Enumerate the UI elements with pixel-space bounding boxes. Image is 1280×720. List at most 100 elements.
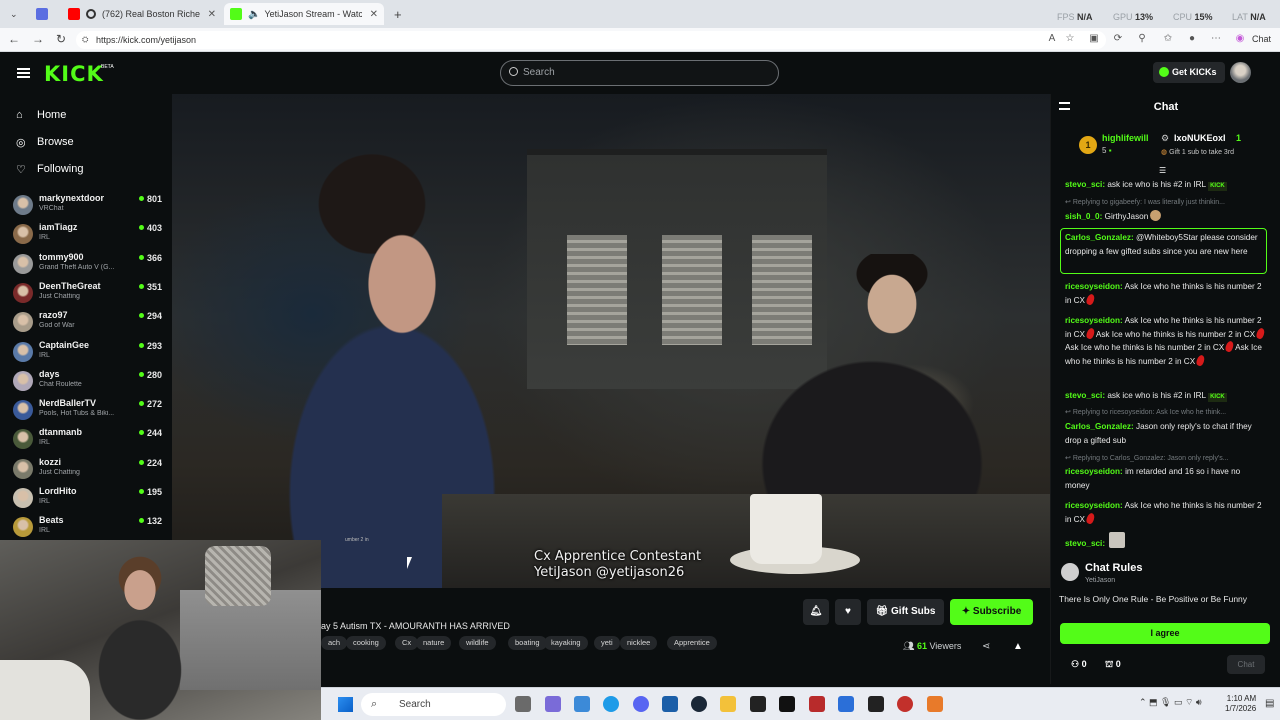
chat-message[interactable]: ricesoyseidon: im retarded and 16 so i h… — [1065, 465, 1265, 492]
read-aloud-icon[interactable]: A — [1046, 33, 1058, 45]
more-menu-icon[interactable]: ⋯ — [1210, 33, 1222, 45]
gift-subs-button[interactable]: 🎁︎ Gift Subs — [867, 599, 944, 625]
chat-username[interactable]: Carlos_Gonzalez: — [1065, 233, 1134, 242]
speaker-icon[interactable]: 🔈 — [248, 9, 260, 20]
forward-arrow-icon[interactable]: → — [32, 32, 44, 46]
chat-username[interactable]: stevo_sci: — [1065, 391, 1105, 400]
kick-logo[interactable]: KICK — [44, 62, 104, 86]
stream-tag[interactable]: Apprentice — [667, 636, 717, 650]
copilot-icon[interactable]: ◉ — [1234, 33, 1246, 45]
sidebar-channel-item[interactable]: days Chat Roulette 280 — [13, 368, 164, 395]
chat-message[interactable]: sish_0_0: GirthyJason — [1065, 208, 1265, 224]
stream-tag[interactable]: nicklee — [620, 636, 658, 650]
sidebar-channel-item[interactable]: DeenTheGreat Just Chatting 351 — [13, 280, 164, 307]
steam-icon[interactable] — [691, 696, 707, 712]
sidebar-channel-item[interactable]: LordHito IRL 195 — [13, 485, 164, 512]
url-field[interactable]: ⛭ https://kick.com/yetijason — [76, 31, 1106, 49]
agree-button[interactable]: I agree — [1060, 623, 1270, 644]
stream-tag[interactable]: kayaking — [544, 636, 588, 650]
tab-kick-yetijason[interactable]: 🔈 YetiJason Stream - Watch Live ✕ — [224, 3, 384, 25]
chat-message[interactable]: Carlos_Gonzalez: @Whiteboy5Star please c… — [1065, 231, 1265, 258]
favorites-icon[interactable]: ✩ — [1162, 33, 1174, 45]
store-icon[interactable] — [662, 696, 678, 712]
desktop-icon[interactable] — [574, 696, 590, 712]
copilot-app-icon[interactable] — [545, 696, 561, 712]
chat-username[interactable]: ricesoyseidon: — [1065, 282, 1123, 291]
close-tab-icon[interactable]: ✕ — [208, 9, 216, 20]
stream-tag[interactable]: Cx — [395, 636, 419, 650]
obs-icon[interactable] — [750, 696, 766, 712]
sidebar-channel-item[interactable]: tommy900 Grand Theft Auto V (G... 366 — [13, 251, 164, 278]
system-clock[interactable]: 1:10 AM 1/7/2026 — [1225, 694, 1256, 714]
sidebar-channel-item[interactable]: Beats IRL 132 — [13, 514, 164, 541]
chat-username[interactable]: ricesoyseidon: — [1065, 501, 1123, 510]
search-input[interactable]: Search — [500, 60, 779, 86]
sidebar-channel-item[interactable]: CaptainGee IRL 293 — [13, 339, 164, 366]
refresh-icon[interactable]: ↻ — [56, 32, 66, 46]
chat-username[interactable]: ricesoyseidon: — [1065, 316, 1123, 325]
chat-reply-context[interactable]: ↩ Replying to gigabeefy: I was literally… — [1065, 198, 1265, 206]
site-info-icon[interactable]: ⛭ — [82, 31, 88, 49]
sidebar-channel-item[interactable]: dtanmanb IRL 244 — [13, 426, 164, 453]
chat-message[interactable]: Carlos_Gonzalez: Jason only reply's to c… — [1065, 420, 1265, 447]
close-tab-icon[interactable]: ✕ — [370, 9, 378, 20]
user-avatar[interactable] — [1230, 62, 1251, 83]
sidebar-item-browse[interactable]: ◎ Browse — [16, 133, 74, 151]
subscribe-button[interactable]: ✦ Subscribe — [950, 599, 1033, 625]
stream-tag[interactable]: boating — [508, 636, 547, 650]
tab-youtube[interactable]: (762) Real Boston Richey - On ✕ — [62, 3, 222, 25]
stream-tag[interactable]: cooking — [346, 636, 386, 650]
report-icon[interactable]: ▲ — [1013, 641, 1023, 652]
folder-icon[interactable] — [720, 696, 736, 712]
chat-message[interactable]: ricesoyseidon: Ask Ice who he thinks is … — [1065, 314, 1266, 368]
sidebar-channel-item[interactable]: kozzi Just Chatting 224 — [13, 456, 164, 483]
split-screen-icon[interactable]: ⚲ — [1136, 33, 1148, 45]
second-gifter-name[interactable]: IxoNUKEoxI — [1174, 133, 1226, 143]
sidebar-channel-item[interactable]: iamTiagz IRL 403 — [13, 221, 164, 248]
sidebar-channel-item[interactable]: NerdBallerTV Pools, Hot Tubs & Biki... 272 — [13, 397, 164, 424]
chat-username[interactable]: sish_0_0: — [1065, 212, 1102, 221]
chat-reply-context[interactable]: ↩ Replying to Carlos_Gonzalez: Jason onl… — [1065, 454, 1265, 462]
discord-icon[interactable] — [633, 696, 649, 712]
share-icon[interactable]: ⋖ — [982, 641, 990, 652]
chat-send-button[interactable]: Chat — [1227, 655, 1265, 674]
notifications-button[interactable]: 🔔︎ — [803, 599, 829, 625]
chat-username[interactable]: stevo_sci: — [1065, 539, 1105, 548]
sidebar-channel-item[interactable]: razo97 God of War 294 — [13, 309, 164, 336]
chat-message[interactable]: stevo_sci: ask ice who is his #2 in IRL K… — [1065, 178, 1265, 192]
get-kicks-button[interactable]: Get KICKs — [1153, 62, 1225, 83]
chat-username[interactable]: ricesoyseidon: — [1065, 467, 1123, 476]
tab-blank[interactable] — [30, 3, 60, 25]
pinned-toggle-icon[interactable]: ☰ — [1159, 166, 1166, 175]
chat-username[interactable]: Carlos_Gonzalez: — [1065, 422, 1134, 431]
app-icon[interactable] — [838, 696, 854, 712]
menu-icon[interactable] — [17, 68, 30, 78]
follow-button[interactable]: ♥ — [835, 599, 861, 625]
chat-message[interactable]: stevo_sci: ask ice who is his #2 in IRL K… — [1065, 389, 1265, 403]
stream-tag[interactable]: ach — [321, 636, 348, 650]
copilot-chat-button[interactable]: Chat — [1252, 34, 1271, 44]
sidebar-item-following[interactable]: ♡ Following — [16, 160, 83, 178]
profile-icon[interactable]: ● — [1186, 33, 1198, 45]
notifications-icon[interactable]: ▤ — [1265, 698, 1274, 709]
stream-tag[interactable]: yeti — [594, 636, 620, 650]
windows-start-icon[interactable] — [338, 697, 353, 712]
editor-icon[interactable] — [927, 696, 943, 712]
chat-message[interactable]: ricesoyseidon: Ask Ice who he thinks is … — [1065, 280, 1265, 307]
back-arrow-icon[interactable]: ← — [8, 32, 20, 46]
game-app-icon[interactable] — [809, 696, 825, 712]
stream-tag[interactable]: wildlife — [459, 636, 496, 650]
chat-username[interactable]: stevo_sci: — [1065, 180, 1105, 189]
task-view-icon[interactable] — [515, 696, 531, 712]
edge-icon[interactable] — [603, 696, 619, 712]
chat-message[interactable]: ricesoyseidon: Ask Ice who he thinks is … — [1065, 499, 1265, 526]
refresh-extension-icon[interactable]: ⟳ — [1112, 33, 1124, 45]
video-player[interactable]: Cx Apprentice Contestant YetiJason @yeti… — [172, 94, 1050, 588]
sidebar-channel-item[interactable]: markynextdoor VRChat 801 — [13, 192, 164, 219]
gift-counter[interactable]: ⚇ 0 — [1071, 659, 1087, 670]
epic-games-icon[interactable] — [868, 696, 884, 712]
taskbar-search[interactable]: ⌕ Search — [361, 693, 506, 716]
top-gifter-name[interactable]: highlifewill — [1102, 133, 1149, 143]
stream-tag[interactable]: nature — [416, 636, 452, 650]
extension-icon[interactable]: ▣ — [1088, 33, 1100, 45]
